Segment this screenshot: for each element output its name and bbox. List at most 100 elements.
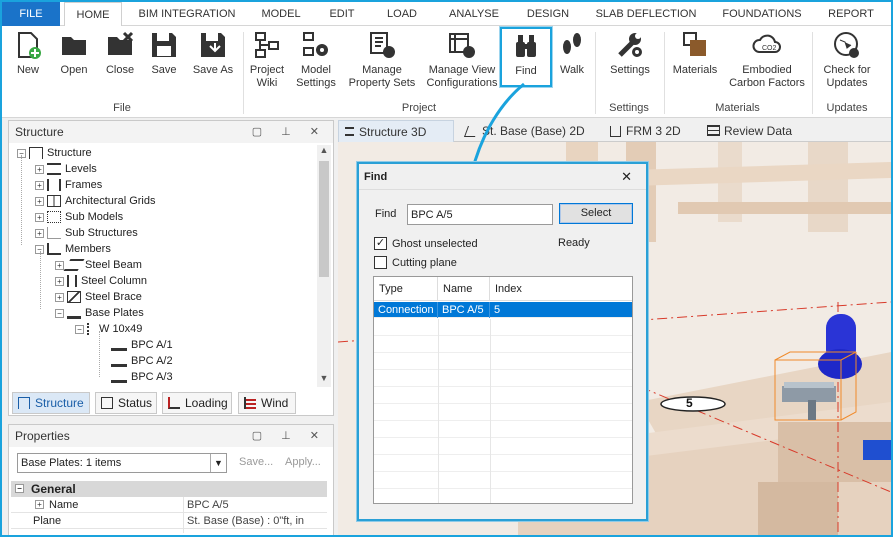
tab-structure-3d[interactable]: Structure 3D	[338, 120, 454, 142]
expand-icon[interactable]: +	[35, 212, 44, 222]
property-row[interactable]: Plane St. Base (Base) : 0"ft, in	[11, 513, 327, 529]
tab-wind[interactable]: Wind	[238, 392, 296, 414]
tab-bim-integration[interactable]: BIM INTEGRATION	[128, 2, 246, 26]
sub-structures-icon	[47, 227, 61, 240]
chevron-down-icon[interactable]: ▼	[210, 454, 226, 472]
column-header-type[interactable]: Type	[374, 277, 438, 301]
expand-icon[interactable]: +	[55, 276, 64, 286]
scroll-up-icon[interactable]: ▲	[317, 145, 331, 159]
tree-node-base-plates[interactable]: − Base Plates	[55, 305, 144, 321]
manage-view-configurations-button[interactable]: Manage View Configurations	[424, 30, 500, 90]
find-dialog: Find ✕ Find Select ✓ Ghost unselected Rea…	[357, 162, 648, 521]
tab-edit[interactable]: EDIT	[317, 2, 367, 26]
document-tabs: Structure 3D St. Base (Base) 2D FRM 3 2D…	[338, 120, 891, 142]
walk-button[interactable]: Walk	[554, 30, 590, 77]
tab-status[interactable]: Status	[95, 392, 157, 414]
table-row[interactable]: Connection BPC A/5 5	[374, 302, 632, 318]
tab-analyse[interactable]: ANALYSE	[438, 2, 510, 26]
svg-text:CO2: CO2	[762, 45, 777, 52]
tree-node-bpc-a1[interactable]: BPC A/1	[111, 337, 173, 353]
tab-home[interactable]: HOME	[64, 2, 122, 27]
ghost-unselected-checkbox[interactable]: ✓	[374, 237, 387, 250]
save-properties-button[interactable]: Save...	[239, 456, 273, 468]
tree-scrollbar[interactable]: ▲ ▼	[317, 145, 331, 387]
expand-icon[interactable]: +	[35, 228, 44, 238]
group-updates-label: Updates	[826, 102, 868, 114]
tab-model[interactable]: MODEL	[252, 2, 310, 26]
materials-button[interactable]: Materials	[668, 30, 722, 77]
close-button[interactable]: Close	[100, 30, 140, 77]
tree-node-members[interactable]: − Members	[35, 241, 111, 257]
scroll-down-icon[interactable]: ▼	[317, 373, 331, 387]
project-wiki-label: Project	[249, 64, 285, 76]
tree-node-structure[interactable]: − Structure	[17, 145, 92, 161]
save-as-button[interactable]: Save As	[190, 30, 236, 77]
property-value: St. Base (Base) : 0"ft, in	[187, 515, 305, 527]
scroll-thumb[interactable]	[319, 161, 329, 277]
new-button[interactable]: New	[10, 30, 46, 77]
tab-structure[interactable]: Structure	[12, 392, 90, 414]
collapse-icon[interactable]: −	[15, 484, 24, 493]
status-icon	[101, 397, 113, 409]
panel-window-controls[interactable]: ▢ ⊥ ✕	[252, 121, 327, 143]
tab-label: Wind	[261, 396, 289, 410]
tree-node-bpc-a3[interactable]: BPC A/3	[111, 369, 173, 385]
column-header-name[interactable]: Name	[438, 277, 490, 301]
base-plate-icon	[67, 307, 81, 320]
tab-frm-3-2d[interactable]: FRM 3 2D	[606, 120, 694, 142]
tab-loading[interactable]: Loading	[162, 392, 232, 414]
properties-panel: Properties ▢ ⊥ ✕ Base Plates: 1 items ▼ S…	[8, 424, 334, 535]
updates-label: Check for	[823, 64, 871, 76]
tab-report[interactable]: REPORT	[820, 2, 882, 26]
model-settings-button[interactable]: Model Settings	[292, 30, 340, 90]
column-divider	[438, 319, 439, 503]
tree-node-frames[interactable]: + Frames	[35, 177, 102, 193]
expand-icon[interactable]: +	[35, 180, 44, 190]
check-updates-button[interactable]: Check for Updates	[818, 30, 876, 90]
open-button[interactable]: Open	[54, 30, 94, 77]
expand-icon[interactable]: +	[35, 196, 44, 206]
tab-load[interactable]: LOAD	[374, 2, 430, 26]
select-button[interactable]: Select	[559, 203, 633, 224]
tree-node-bpc-a2[interactable]: BPC A/2	[111, 353, 173, 369]
tree-node-sub-structures[interactable]: + Sub Structures	[35, 225, 138, 241]
settings-button[interactable]: Settings	[602, 30, 658, 77]
expand-icon[interactable]: +	[55, 292, 64, 302]
tree-node-sub-models[interactable]: + Sub Models	[35, 209, 123, 225]
close-icon[interactable]: ✕	[621, 164, 632, 190]
collapse-icon[interactable]: −	[75, 324, 84, 334]
members-icon	[47, 243, 61, 256]
tab-slab-deflection[interactable]: SLAB DEFLECTION	[588, 2, 704, 26]
expand-icon[interactable]: +	[35, 164, 44, 174]
embodied-carbon-button[interactable]: CO2 Embodied Carbon Factors	[726, 30, 808, 90]
properties-selector[interactable]: Base Plates: 1 items ▼	[17, 453, 227, 473]
section-label: General	[31, 482, 76, 496]
collapse-icon[interactable]: −	[55, 308, 64, 318]
find-input[interactable]	[407, 204, 553, 225]
open-label: Open	[60, 64, 88, 76]
manage-property-sets-button[interactable]: Manage Property Sets	[346, 30, 418, 90]
expand-icon[interactable]: +	[55, 260, 64, 270]
tree-node-levels[interactable]: + Levels	[35, 161, 97, 177]
apply-properties-button[interactable]: Apply...	[285, 456, 321, 468]
cutting-plane-checkbox[interactable]	[374, 256, 387, 269]
tree-node-architectural-grids[interactable]: + Architectural Grids	[35, 193, 155, 209]
property-row[interactable]: + Name BPC A/5	[11, 497, 327, 513]
tab-review-data[interactable]: Review Data	[704, 120, 814, 142]
find-button[interactable]: Find	[500, 27, 552, 87]
tree-node-steel-beam[interactable]: + Steel Beam	[55, 257, 142, 273]
save-button[interactable]: Save	[146, 30, 182, 77]
tree-node-steel-column[interactable]: + Steel Column	[55, 273, 147, 289]
panel-window-controls[interactable]: ▢ ⊥ ✕	[252, 425, 327, 447]
loading-icon	[168, 397, 180, 409]
property-value: BPC A/5	[187, 499, 229, 511]
tab-design[interactable]: DESIGN	[516, 2, 580, 26]
tab-foundations[interactable]: FOUNDATIONS	[712, 2, 812, 26]
project-wiki-button[interactable]: Project Wiki	[246, 30, 288, 90]
tab-file[interactable]: FILE	[2, 2, 60, 26]
tree-node-w10x49[interactable]: − W 10x49	[75, 321, 142, 337]
column-header-index[interactable]: Index	[490, 277, 632, 301]
expand-icon[interactable]: +	[35, 500, 44, 509]
tree-node-steel-brace[interactable]: + Steel Brace	[55, 289, 142, 305]
general-section-header[interactable]: − General	[11, 481, 327, 497]
